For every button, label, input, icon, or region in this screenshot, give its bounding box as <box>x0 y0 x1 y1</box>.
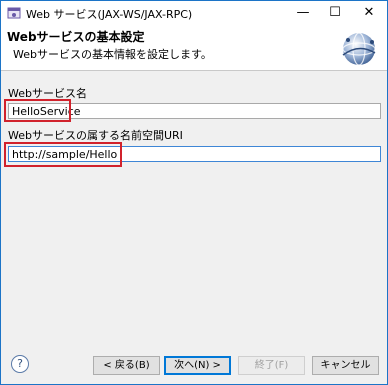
maximize-button[interactable]: ☐ <box>319 1 351 25</box>
title-bar[interactable]: Web サービス(JAX-WS/JAX-RPC) — ☐ ✕ <box>1 1 387 25</box>
minimize-button[interactable]: — <box>287 1 319 25</box>
namespace-uri-highlight <box>4 142 122 167</box>
window-title: Web サービス(JAX-WS/JAX-RPC) <box>26 8 193 21</box>
globe-icon <box>342 32 376 66</box>
wizard-banner: Webサービスの基本設定 Webサービスの基本情報を設定します。 <box>1 25 387 71</box>
page-description: Webサービスの基本情報を設定します。 <box>13 48 212 61</box>
cancel-button[interactable]: キャンセル <box>312 356 379 375</box>
close-button[interactable]: ✕ <box>353 1 385 25</box>
finish-button[interactable]: 終了(F) <box>238 356 305 375</box>
page-title: Webサービスの基本設定 <box>7 30 145 44</box>
back-button[interactable]: < 戻る(B) <box>93 356 160 375</box>
app-icon <box>7 7 21 19</box>
next-button[interactable]: 次へ(N) > <box>164 356 231 375</box>
service-name-highlight <box>4 99 71 122</box>
namespace-uri-label: Webサービスの属する名前空間URI <box>8 129 183 142</box>
help-icon[interactable]: ? <box>11 355 29 373</box>
wizard-dialog: Web サービス(JAX-WS/JAX-RPC) — ☐ ✕ Webサービスの基… <box>0 0 388 385</box>
